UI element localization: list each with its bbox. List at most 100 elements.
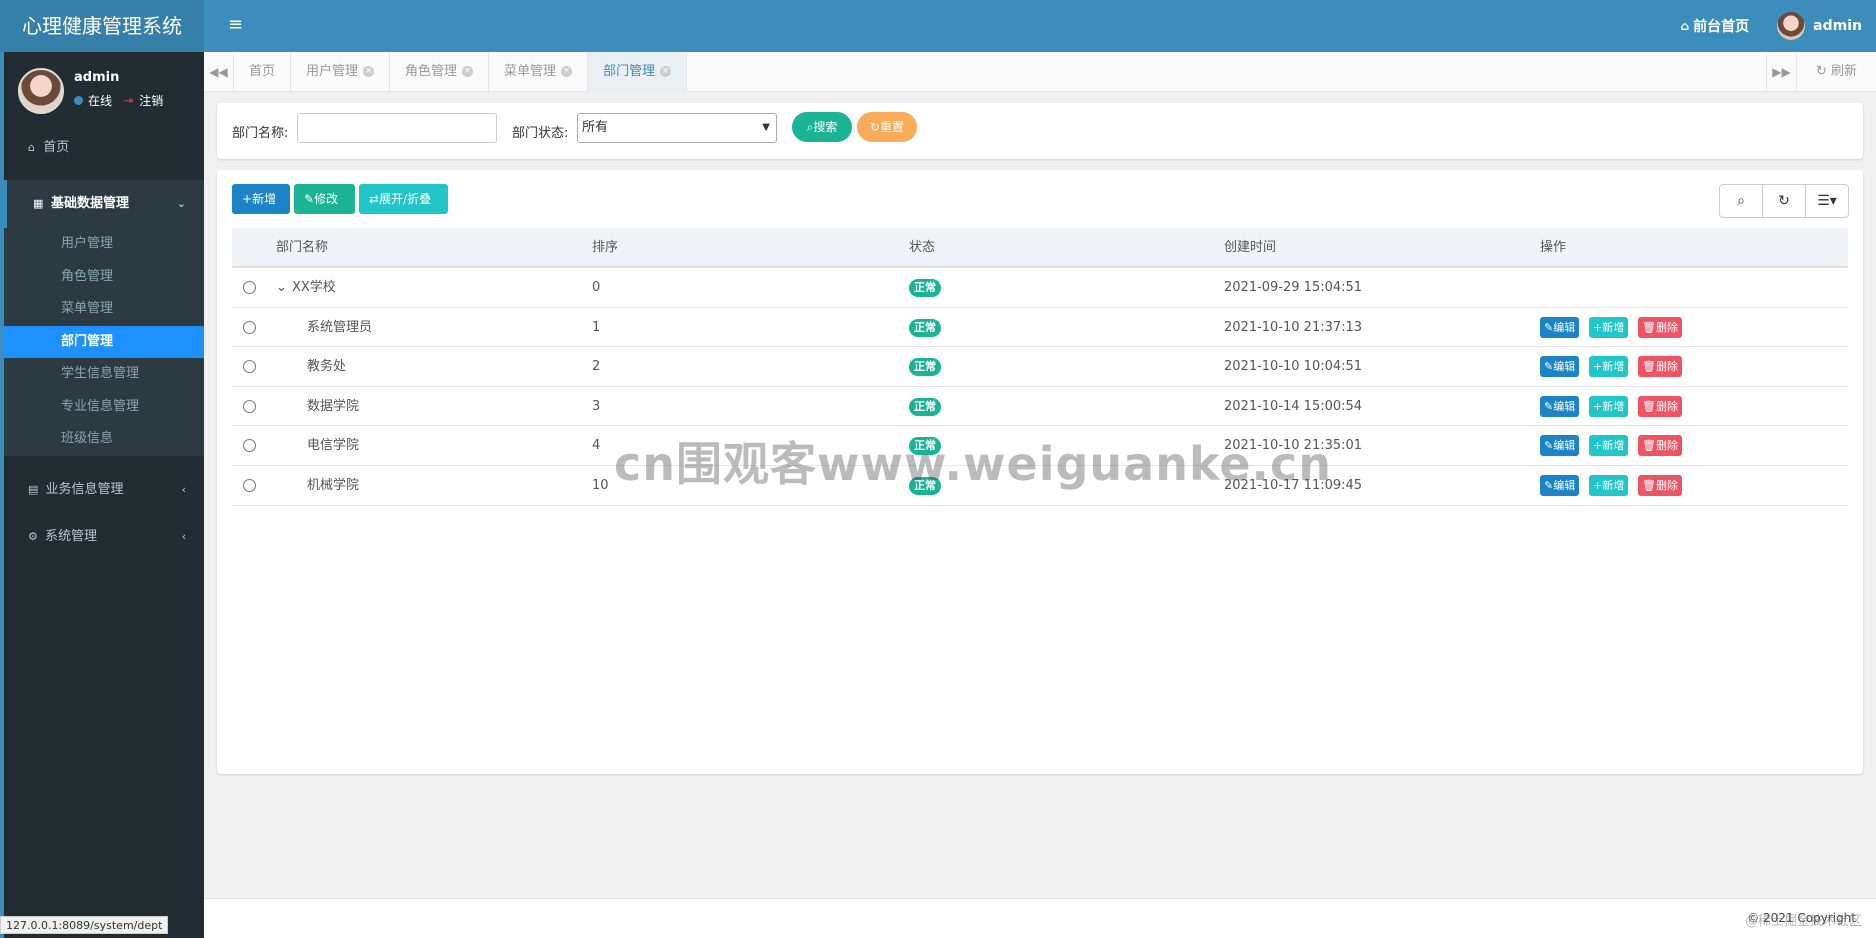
table-tools: ⌕ ↻ ☰▾: [1719, 184, 1849, 218]
row-delete-label: 删除: [1655, 399, 1678, 413]
row-delete-label: 删除: [1655, 478, 1678, 492]
table-row[interactable]: ⌄ XX学校 0 正常 2021-09-29 15:04:51: [232, 268, 1848, 308]
top-navbar: 心理健康管理系统 ≡ ⌂ 前台首页 admin: [0, 0, 1876, 52]
app-title[interactable]: 心理健康管理系统: [0, 0, 204, 52]
row-edit-label: 编辑: [1553, 360, 1576, 374]
table-row[interactable]: 教务处 2 正常 2021-10-10 10:04:51 ✎编辑 +新增 🗑删除: [232, 347, 1848, 387]
column-header[interactable]: 排序: [592, 228, 618, 268]
sidebar-item-depts[interactable]: 部门管理: [4, 325, 204, 358]
row-add-button[interactable]: +新增: [1589, 435, 1629, 457]
row-edit-button[interactable]: ✎编辑: [1540, 435, 1580, 457]
row-radio[interactable]: [243, 478, 256, 492]
sidebar-group-business[interactable]: ▤ 业务信息管理 ‹: [4, 466, 204, 513]
status-badge: 正常: [909, 318, 941, 337]
expand-chevron-icon[interactable]: ⌄: [276, 268, 287, 307]
refresh-icon[interactable]: ↻: [1763, 185, 1806, 217]
trash-icon: 🗑: [1642, 399, 1656, 413]
logout-link[interactable]: 注销: [139, 92, 163, 109]
search-button-label: 搜索: [813, 120, 838, 134]
plus-icon: +: [1593, 399, 1603, 413]
dept-status-select[interactable]: 所有 ▼: [577, 113, 777, 143]
sidebar-group-basic-header[interactable]: ▦ 基础数据管理 ⌄: [4, 180, 204, 228]
search-button[interactable]: ⌕搜索: [792, 112, 852, 142]
close-icon[interactable]: ×: [561, 66, 573, 77]
row-edit-label: 编辑: [1553, 320, 1576, 334]
sidebar-group-system[interactable]: ⚙ 系统管理 ‹: [4, 513, 204, 560]
expand-collapse-label: 展开/折叠: [379, 192, 432, 206]
gear-icon: ⚙: [28, 529, 38, 543]
row-add-button[interactable]: +新增: [1589, 356, 1629, 378]
tabs-refresh-button[interactable]: ↻ 刷新: [1796, 52, 1876, 92]
row-radio[interactable]: [243, 439, 256, 453]
row-edit-button[interactable]: ✎编辑: [1540, 316, 1580, 338]
dept-name: XX学校: [292, 280, 336, 295]
dept-name: 数据学院: [307, 398, 360, 414]
row-delete-button[interactable]: 🗑删除: [1638, 356, 1682, 378]
tab-depts[interactable]: 部门管理 ×: [588, 52, 688, 92]
column-header[interactable]: 状态: [909, 228, 935, 268]
column-header[interactable]: 创建时间: [1224, 228, 1276, 268]
dept-name-input[interactable]: [297, 113, 497, 143]
tab-users[interactable]: 用户管理 ×: [291, 52, 391, 92]
tab-home[interactable]: 首页: [234, 52, 292, 92]
tab-scroll-left-icon[interactable]: ◀◀: [204, 52, 234, 92]
sidebar-group-label: 业务信息管理: [45, 481, 124, 497]
sidebar-item-users[interactable]: 用户管理: [4, 228, 204, 261]
search-icon[interactable]: ⌕: [1720, 185, 1763, 217]
table-row[interactable]: 数据学院 3 正常 2021-10-14 15:00:54 ✎编辑 +新增 🗑删…: [232, 387, 1848, 427]
sidebar-item-students[interactable]: 学生信息管理: [4, 358, 204, 391]
row-add-button[interactable]: +新增: [1589, 316, 1629, 338]
sidebar-item-classes[interactable]: 班级信息: [4, 423, 204, 456]
trash-icon: 🗑: [1642, 360, 1656, 374]
status-badge: 正常: [909, 397, 941, 416]
frontpage-link[interactable]: ⌂ 前台首页: [1663, 0, 1768, 52]
sidebar-item-roles[interactable]: 角色管理: [4, 261, 204, 294]
row-delete-button[interactable]: 🗑删除: [1638, 435, 1682, 457]
table-icon: ▦: [33, 197, 44, 210]
user-panel: admin 在线 ⇥ 注销: [18, 68, 198, 116]
logout-icon[interactable]: ⇥: [124, 94, 133, 107]
column-header: 操作: [1540, 240, 1567, 255]
add-button[interactable]: +新增: [232, 184, 290, 214]
row-edit-button[interactable]: ✎编辑: [1540, 395, 1580, 417]
row-delete-button[interactable]: 🗑删除: [1638, 395, 1682, 417]
user-menu[interactable]: admin: [1767, 0, 1876, 52]
sidebar-item-menus[interactable]: 菜单管理: [4, 293, 204, 326]
tab-scroll-right-icon[interactable]: ▶▶: [1766, 52, 1796, 92]
sidebar-item-label: 首页: [43, 140, 70, 155]
table-row[interactable]: 系统管理员 1 正常 2021-10-10 21:37:13 ✎编辑 +新增 🗑…: [232, 308, 1848, 348]
home-icon: ⌂: [28, 141, 35, 154]
close-icon[interactable]: ×: [363, 66, 375, 77]
row-add-button[interactable]: +新增: [1589, 395, 1629, 417]
row-radio[interactable]: [243, 281, 256, 294]
row-edit-button[interactable]: ✎编辑: [1540, 356, 1580, 378]
row-delete-button[interactable]: 🗑删除: [1638, 474, 1682, 496]
row-radio[interactable]: [243, 399, 256, 413]
tab-menus[interactable]: 菜单管理 ×: [489, 52, 589, 92]
tab-label: 部门管理: [603, 64, 656, 79]
expand-collapse-button[interactable]: ⇄展开/折叠: [359, 184, 448, 214]
row-edit-button[interactable]: ✎编辑: [1540, 474, 1580, 496]
row-add-label: 新增: [1602, 478, 1625, 492]
plus-icon: +: [242, 192, 253, 206]
sidebar-group-label: 系统管理: [45, 528, 98, 544]
row-add-label: 新增: [1602, 320, 1625, 334]
row-radio[interactable]: [243, 360, 256, 374]
menu-toggle-icon[interactable]: ≡: [228, 14, 246, 36]
top-right-area: ⌂ 前台首页 admin: [1663, 0, 1876, 52]
edit-icon: ✎: [304, 192, 315, 206]
sidebar-item-majors[interactable]: 专业信息管理: [4, 391, 204, 424]
dept-status-value: 所有: [582, 120, 609, 135]
close-icon[interactable]: ×: [462, 66, 474, 77]
row-radio[interactable]: [243, 320, 256, 334]
row-add-button[interactable]: +新增: [1589, 474, 1629, 496]
created-time: 2021-09-29 15:04:51: [1224, 280, 1363, 295]
columns-icon[interactable]: ☰▾: [1806, 185, 1848, 217]
column-header[interactable]: 部门名称: [276, 228, 328, 268]
sidebar-item-home[interactable]: ⌂ 首页: [4, 130, 204, 166]
row-delete-button[interactable]: 🗑删除: [1638, 316, 1682, 338]
tab-roles[interactable]: 角色管理 ×: [390, 52, 490, 92]
edit-button[interactable]: ✎修改: [294, 184, 355, 214]
close-icon[interactable]: ×: [660, 66, 672, 77]
reset-button[interactable]: ↻重置: [857, 112, 917, 142]
